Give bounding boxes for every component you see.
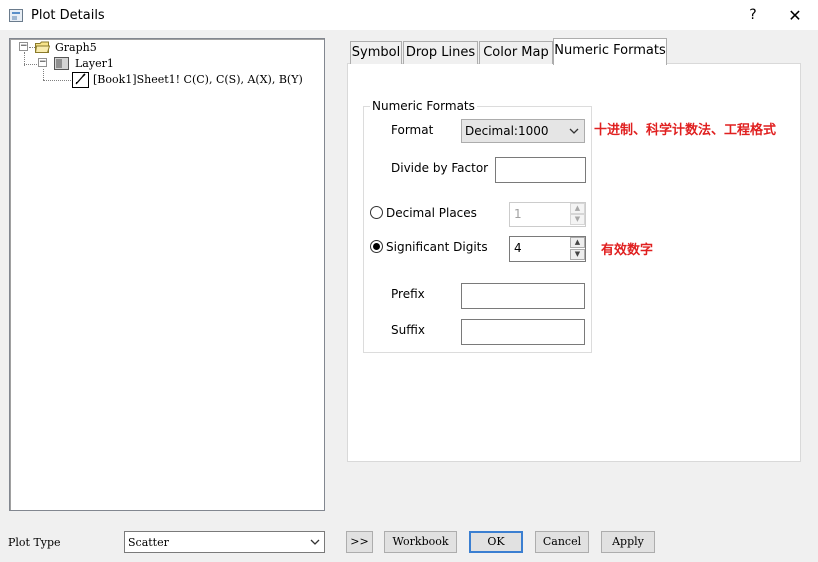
format-label: Format — [391, 123, 434, 137]
tree-line — [43, 69, 44, 80]
significant-digits-label: Significant Digits — [386, 240, 488, 254]
plot-type-dropdown[interactable]: Scatter — [124, 531, 325, 553]
window-title: Plot Details — [31, 8, 105, 23]
title-bar — [0, 0, 818, 31]
help-button[interactable]: ? — [738, 2, 768, 29]
significant-digits-spinner[interactable]: 4 ▲ ▼ — [509, 236, 586, 262]
significant-digits-radio[interactable] — [370, 240, 383, 253]
tab-color-map[interactable]: Color Map — [479, 41, 553, 64]
plot-type-label: Plot Type — [8, 536, 61, 549]
layer-icon — [54, 57, 69, 70]
tree-line — [43, 80, 71, 81]
tree-view[interactable] — [9, 38, 325, 511]
group-label: Numeric Formats — [370, 99, 477, 113]
cancel-button[interactable]: Cancel — [535, 531, 589, 553]
format-dropdown-value: Decimal:1000 — [465, 124, 549, 138]
prefix-label: Prefix — [391, 287, 425, 301]
chevron-down-icon — [568, 125, 580, 137]
plot-type-value: Scatter — [128, 536, 169, 549]
significant-digits-value: 4 — [514, 241, 522, 255]
prefix-input[interactable] — [461, 283, 585, 309]
dataplot-icon — [72, 72, 89, 88]
expand-graph-toggle[interactable]: − — [19, 42, 28, 51]
decimal-places-label: Decimal Places — [386, 206, 477, 220]
format-annotation: 十进制、科学计数法、工程格式 — [594, 123, 777, 138]
numeric-formats-group — [363, 106, 592, 353]
workbook-button[interactable]: Workbook — [384, 531, 457, 553]
decimal-places-radio[interactable] — [370, 206, 383, 219]
tree-item-dataset[interactable]: [Book1]Sheet1! C(C), C(S), A(X), B(Y) — [93, 73, 303, 86]
spin-up-icon[interactable]: ▲ — [570, 237, 585, 248]
spin-down-icon[interactable]: ▼ — [570, 214, 585, 225]
decimal-places-spinner[interactable]: 1 ▲ ▼ — [509, 202, 586, 227]
tab-symbol[interactable]: Symbol — [350, 41, 402, 64]
apply-button[interactable]: Apply — [601, 531, 655, 553]
chevron-down-icon — [309, 536, 321, 548]
plot-details-icon — [9, 9, 23, 22]
tree-item-graph[interactable]: Graph5 — [55, 41, 97, 54]
decimal-places-value: 1 — [514, 207, 522, 221]
divide-by-factor-input[interactable] — [495, 157, 586, 183]
tree-item-layer[interactable]: Layer1 — [75, 57, 114, 70]
divide-by-factor-label: Divide by Factor — [391, 161, 489, 175]
spin-down-icon[interactable]: ▼ — [570, 249, 585, 260]
suffix-label: Suffix — [391, 323, 425, 337]
suffix-input[interactable] — [461, 319, 585, 345]
digits-annotation: 有效数字 — [601, 243, 654, 258]
expand-button[interactable]: >> — [346, 531, 373, 553]
spin-up-icon[interactable]: ▲ — [570, 203, 585, 214]
expand-layer-toggle[interactable]: − — [38, 58, 47, 67]
ok-button[interactable]: OK — [469, 531, 523, 553]
folder-icon — [34, 41, 51, 53]
tab-numeric-formats[interactable]: Numeric Formats — [553, 38, 667, 65]
tab-drop-lines[interactable]: Drop Lines — [403, 41, 478, 64]
close-button[interactable]: ✕ — [778, 2, 812, 29]
